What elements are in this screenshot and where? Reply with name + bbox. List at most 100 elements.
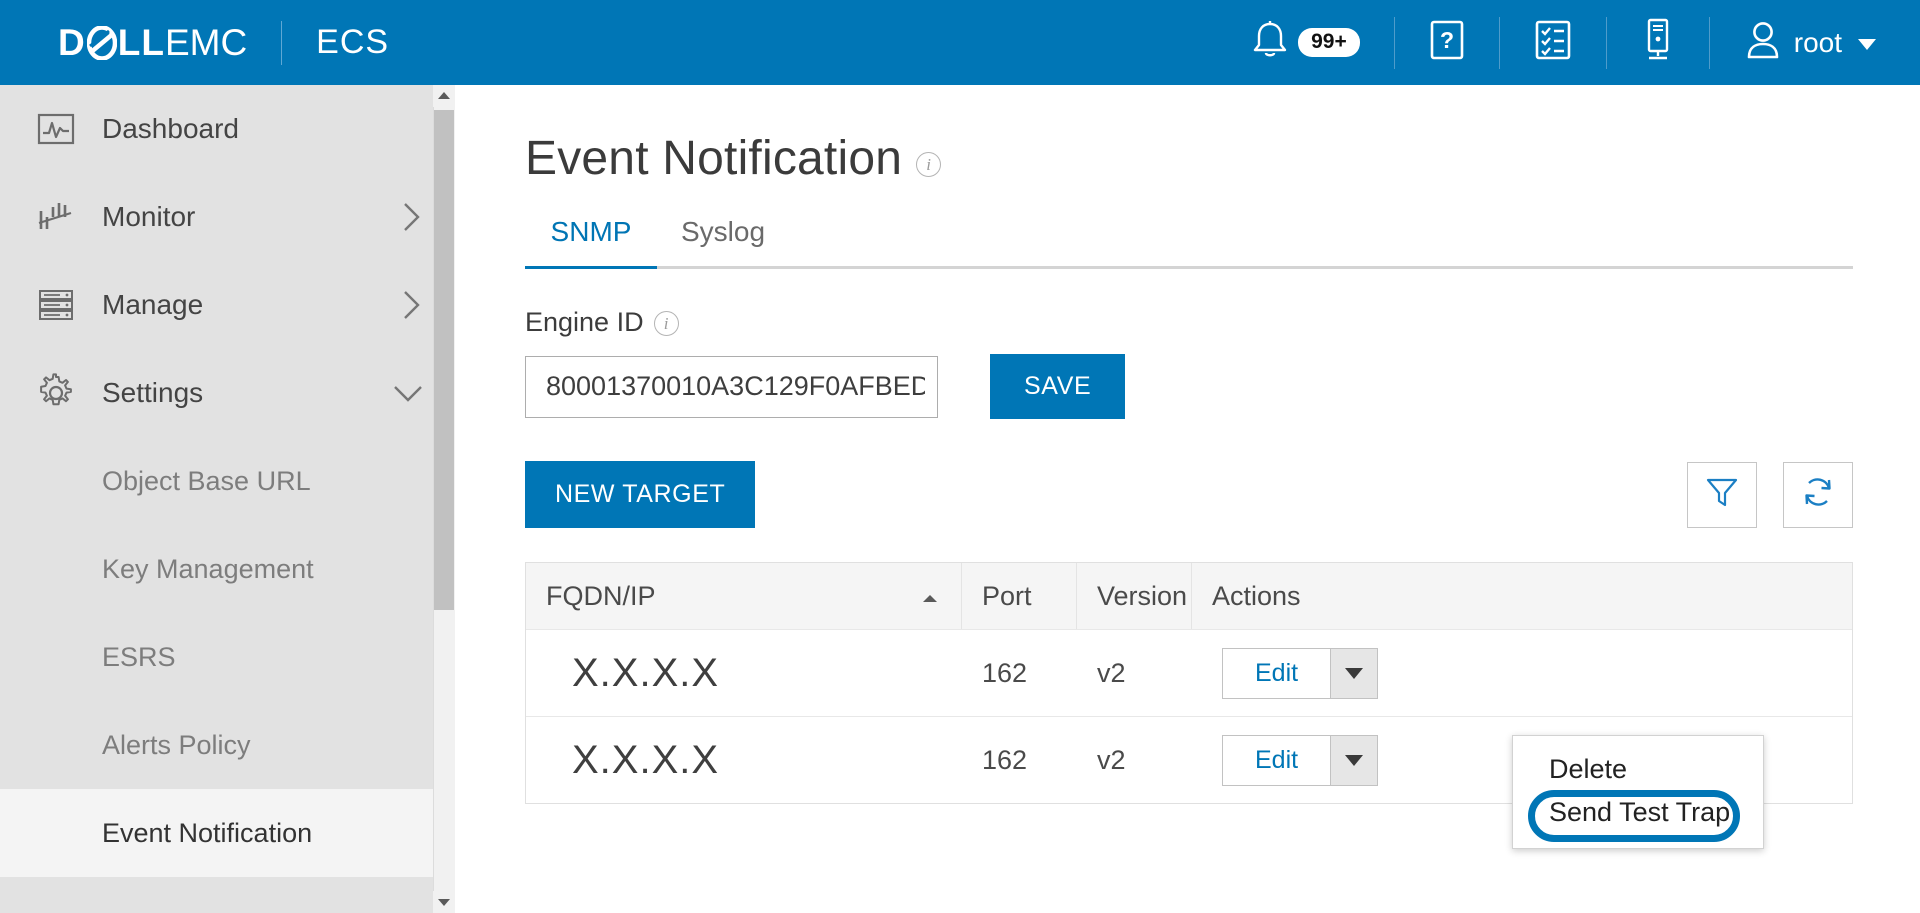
sidebar-scroll-down-arrow[interactable] bbox=[433, 891, 455, 913]
gear-icon bbox=[34, 371, 78, 415]
dropdown-item-send-test-trap[interactable]: Send Test Trap bbox=[1513, 791, 1763, 834]
sidebar-item-settings[interactable]: Settings bbox=[0, 349, 455, 437]
sidebar-item-label: Monitor bbox=[102, 201, 196, 232]
edit-button[interactable]: Edit bbox=[1222, 735, 1331, 786]
svg-text:?: ? bbox=[1440, 27, 1454, 53]
tab-snmp[interactable]: SNMP bbox=[525, 216, 657, 269]
column-header-actions: Actions bbox=[1192, 563, 1852, 629]
user-menu-button[interactable]: root bbox=[1710, 0, 1920, 85]
table-row: X.X.X.X 162 v2 Edit bbox=[526, 629, 1852, 716]
info-icon[interactable]: i bbox=[916, 152, 942, 177]
sidebar-item-label: Settings bbox=[102, 377, 204, 408]
tab-bar: SNMP Syslog bbox=[525, 216, 1853, 269]
cell-port: 162 bbox=[982, 658, 1028, 688]
filter-button[interactable] bbox=[1687, 461, 1757, 528]
brand-divider bbox=[281, 20, 283, 65]
sidebar-item-monitor[interactable]: Monitor bbox=[0, 173, 455, 261]
sidebar-item-object-base-url[interactable]: Object Base URL bbox=[0, 437, 455, 525]
refresh-button[interactable] bbox=[1783, 461, 1853, 528]
sidebar-item-alerts-policy[interactable]: Alerts Policy bbox=[0, 701, 455, 789]
edit-split-button: Edit bbox=[1222, 648, 1379, 699]
cell-actions: Edit bbox=[1192, 630, 1852, 717]
cell-fqdn: X.X.X.X bbox=[572, 651, 720, 695]
node-status-button[interactable] bbox=[1607, 0, 1709, 85]
chevron-down-icon bbox=[1345, 755, 1364, 766]
task-list-icon bbox=[1534, 18, 1572, 67]
chevron-down-icon bbox=[1345, 668, 1364, 679]
help-icon: ? bbox=[1429, 18, 1465, 67]
help-button[interactable]: ? bbox=[1395, 0, 1499, 85]
table-toolbar: NEW TARGET bbox=[525, 461, 1853, 528]
top-header-bar: D LL EMC ECS 99+ ? root bbox=[0, 0, 1920, 85]
sidebar-item-label: Manage bbox=[102, 289, 204, 320]
dropdown-item-delete[interactable]: Delete bbox=[1513, 748, 1763, 791]
edit-split-button: Edit bbox=[1222, 735, 1379, 786]
column-header-label: Actions bbox=[1212, 580, 1301, 611]
table-icon-buttons bbox=[1687, 461, 1853, 528]
dell-logo-e-oval bbox=[86, 25, 117, 60]
sidebar-subitem-label: Key Management bbox=[102, 553, 314, 584]
engine-id-row: SAVE bbox=[525, 354, 1920, 419]
column-header-label: FQDN/IP bbox=[546, 580, 656, 611]
chevron-right-icon bbox=[399, 288, 425, 322]
info-icon[interactable]: i bbox=[653, 311, 679, 336]
sidebar-subitem-label: Object Base URL bbox=[102, 465, 311, 496]
new-target-button[interactable]: NEW TARGET bbox=[525, 461, 756, 528]
sidebar-navigation: Dashboard Monitor Manage Settings Object… bbox=[0, 85, 455, 913]
brand-logo[interactable]: D LL EMC ECS bbox=[58, 20, 389, 65]
sidebar-item-label: Dashboard bbox=[102, 113, 239, 144]
notifications-button[interactable]: 99+ bbox=[1216, 0, 1394, 85]
table-header-row: FQDN/IP Port Version Actions bbox=[526, 563, 1852, 629]
emc-logo-text: EMC bbox=[164, 22, 248, 63]
column-header-label: Version bbox=[1097, 580, 1188, 611]
chevron-down-icon bbox=[1858, 39, 1876, 50]
dell-emc-logo: D LL EMC bbox=[58, 24, 247, 61]
page-title: Event Notification bbox=[525, 132, 903, 185]
sidebar-scrollbar-thumb[interactable] bbox=[434, 110, 454, 610]
chevron-right-icon bbox=[399, 200, 425, 234]
actions-dropdown-menu: Delete Send Test Trap bbox=[1512, 735, 1764, 849]
tab-label: Syslog bbox=[680, 216, 766, 247]
cell-port: 162 bbox=[982, 745, 1028, 775]
engine-id-label: Engine ID bbox=[525, 307, 644, 337]
sidebar-item-manage[interactable]: Manage bbox=[0, 261, 455, 349]
sidebar-item-key-management[interactable]: Key Management bbox=[0, 525, 455, 613]
column-header-fqdn[interactable]: FQDN/IP bbox=[526, 563, 962, 629]
server-node-icon bbox=[1641, 17, 1675, 68]
user-name-label: root bbox=[1793, 26, 1842, 58]
page-header: Event Notification i bbox=[525, 131, 1920, 186]
column-header-label: Port bbox=[982, 580, 1032, 611]
tab-label: SNMP bbox=[550, 216, 632, 247]
sidebar-subitem-label: ESRS bbox=[102, 641, 176, 672]
dell-logo-d: D bbox=[58, 22, 86, 63]
sidebar-item-esrs[interactable]: ESRS bbox=[0, 613, 455, 701]
sidebar-subitem-label: Event Notification bbox=[102, 817, 313, 848]
bell-icon bbox=[1250, 19, 1290, 66]
dashboard-chart-icon bbox=[34, 107, 78, 151]
engine-id-input[interactable] bbox=[525, 355, 938, 418]
dell-logo-ll: LL bbox=[117, 22, 165, 63]
header-actions: 99+ ? root bbox=[1216, 0, 1920, 85]
cell-fqdn: X.X.X.X bbox=[572, 738, 720, 782]
sidebar-item-event-notification[interactable]: Event Notification bbox=[0, 789, 455, 877]
sidebar-scroll-up-arrow[interactable] bbox=[433, 85, 455, 107]
manage-servers-icon bbox=[34, 283, 78, 327]
cell-version: v2 bbox=[1097, 658, 1126, 688]
tasks-button[interactable] bbox=[1500, 0, 1606, 85]
cell-version: v2 bbox=[1097, 745, 1126, 775]
application-window: D LL EMC ECS 99+ ? root Dashboard Monito… bbox=[0, 0, 1920, 913]
tab-syslog[interactable]: Syslog bbox=[657, 216, 789, 266]
save-button[interactable]: SAVE bbox=[990, 354, 1126, 419]
edit-dropdown-toggle[interactable] bbox=[1330, 648, 1379, 699]
sidebar-subitem-label: Alerts Policy bbox=[102, 729, 251, 760]
sidebar-item-dashboard[interactable]: Dashboard bbox=[0, 85, 455, 173]
column-header-version[interactable]: Version bbox=[1077, 563, 1192, 629]
edit-dropdown-toggle[interactable] bbox=[1330, 735, 1379, 786]
chevron-down-icon bbox=[391, 380, 425, 406]
edit-button[interactable]: Edit bbox=[1222, 648, 1331, 699]
column-header-port[interactable]: Port bbox=[962, 563, 1077, 629]
sort-ascending-icon bbox=[921, 581, 939, 612]
engine-id-label-row: Engine ID i bbox=[525, 307, 1920, 338]
refresh-icon bbox=[1801, 475, 1835, 514]
user-avatar-icon bbox=[1744, 19, 1782, 66]
